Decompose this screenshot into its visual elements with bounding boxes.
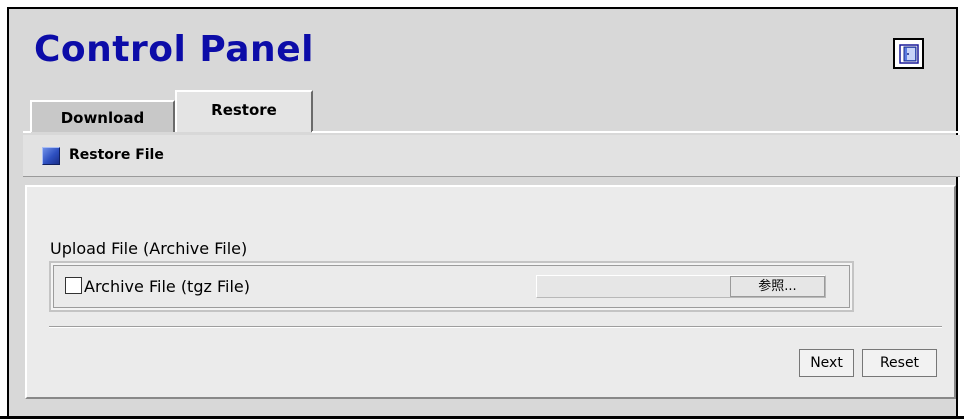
exit-button[interactable] — [893, 38, 924, 69]
upload-fieldset: Archive File (tgz File) 参照... — [49, 261, 854, 312]
tab-underline — [23, 131, 31, 133]
reset-button[interactable]: Reset — [862, 349, 937, 377]
exit-door-icon — [899, 44, 919, 64]
archive-file-label: Archive File (tgz File) — [84, 277, 250, 296]
section-title: Restore File — [69, 147, 164, 163]
tab-restore[interactable]: Restore — [175, 90, 313, 132]
tab-download[interactable]: Download — [30, 100, 175, 132]
page-title: Control Panel — [34, 29, 314, 70]
next-button[interactable]: Next — [799, 349, 854, 377]
archive-file-checkbox[interactable] — [65, 277, 82, 294]
browse-button[interactable]: 参照... — [730, 276, 825, 297]
section-header: Restore File — [23, 135, 960, 177]
divider-highlight — [49, 327, 942, 328]
tab-underline — [312, 131, 960, 133]
square-bullet-icon — [42, 147, 60, 165]
restore-panel: Upload File (Archive File) Archive File … — [25, 185, 956, 399]
upload-heading: Upload File (Archive File) — [50, 239, 248, 258]
file-path-input[interactable]: 参照... — [536, 275, 826, 298]
control-panel-window: Control Panel Download Restore Restore F… — [7, 7, 960, 418]
